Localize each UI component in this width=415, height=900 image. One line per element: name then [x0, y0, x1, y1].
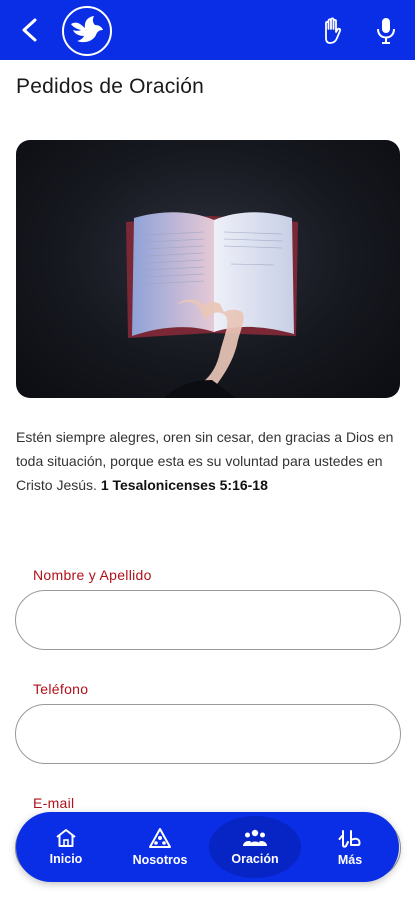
home-icon	[56, 829, 76, 847]
nav-label-oracion: Oración	[231, 852, 279, 866]
people-group-icon	[243, 829, 267, 846]
app-bar	[0, 0, 415, 60]
community-icon	[149, 828, 171, 848]
nav-label-mas: Más	[337, 853, 363, 867]
nav-label-nosotros: Nosotros	[132, 853, 188, 867]
phone-field[interactable]	[15, 704, 401, 764]
open-bible-illustration	[126, 212, 298, 398]
dove-icon	[71, 16, 103, 43]
microphone-button[interactable]	[370, 14, 402, 48]
phone-field-label: Teléfono	[33, 681, 89, 697]
chevron-left-icon	[22, 18, 37, 42]
bottom-navigation: Inicio Nosotros Oración Más	[16, 812, 399, 882]
verse-reference: 1 Tesalonicenses 5:16-18	[100, 477, 268, 493]
nav-label-inicio: Inicio	[49, 852, 83, 866]
more-hands-icon	[338, 830, 361, 848]
church-logo[interactable]	[62, 6, 112, 56]
nav-item-nosotros[interactable]: Nosotros	[120, 812, 200, 882]
nav-item-mas[interactable]: Más	[326, 812, 374, 882]
bible-verse: Estén siempre alegres, oren sin cesar, d…	[16, 425, 400, 497]
back-button[interactable]	[14, 14, 46, 46]
nav-item-inicio[interactable]: Inicio	[38, 812, 94, 882]
name-field-label: Nombre y Apellido	[33, 567, 152, 583]
prayer-hand-icon	[325, 17, 342, 44]
microphone-icon	[377, 18, 395, 44]
name-field[interactable]	[15, 590, 401, 650]
prayer-hand-button[interactable]	[316, 14, 348, 48]
hero-image	[16, 140, 400, 398]
email-field-label: E-mail	[33, 795, 75, 811]
nav-item-oracion[interactable]: Oración	[209, 812, 301, 882]
page-title: Pedidos de Oración	[16, 75, 205, 98]
